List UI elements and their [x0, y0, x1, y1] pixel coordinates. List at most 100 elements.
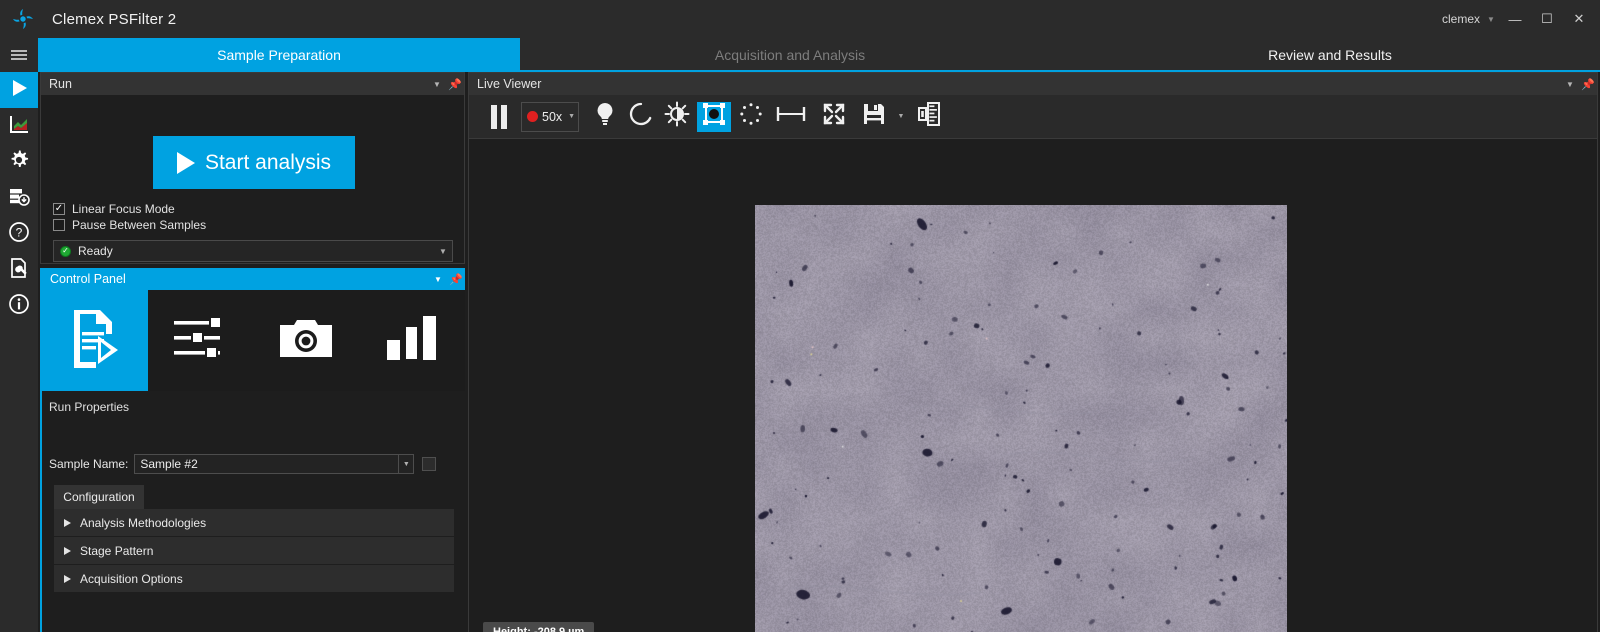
lightbulb-icon: [593, 101, 617, 132]
crop-frame-icon: [701, 101, 727, 132]
pin-icon[interactable]: 📌: [1579, 73, 1597, 95]
sidebar-item-help[interactable]: ?: [0, 216, 38, 252]
illumination-button[interactable]: [589, 101, 621, 133]
sliders-icon: [172, 315, 230, 366]
minimize-button[interactable]: —: [1500, 8, 1530, 30]
measure-width-button[interactable]: [771, 101, 811, 133]
save-image-button[interactable]: [857, 101, 891, 133]
start-analysis-label: Start analysis: [205, 151, 331, 175]
chevron-down-icon[interactable]: ▼: [1561, 73, 1579, 95]
magnification-label: 50x: [542, 110, 562, 124]
triangle-right-icon[interactable]: [64, 575, 71, 583]
tab-sample-preparation[interactable]: Sample Preparation: [38, 38, 520, 72]
live-viewer-title: Live Viewer: [477, 77, 541, 91]
bar-chart-icon: [385, 314, 439, 367]
auto-focus-button[interactable]: [625, 101, 657, 133]
pin-icon[interactable]: 📌: [446, 73, 464, 95]
sample-name-row: Sample Name: ▼: [49, 454, 461, 474]
tab-label: Review and Results: [1268, 47, 1392, 63]
checkbox-label: Linear Focus Mode: [72, 202, 175, 216]
live-viewer-stage[interactable]: Height: -208.9 µm: [469, 139, 1597, 632]
chevron-down-icon[interactable]: ▼: [434, 247, 452, 256]
maximize-button[interactable]: ☐: [1532, 8, 1562, 30]
cp-tab-run-properties[interactable]: [42, 290, 148, 391]
live-viewer-header: Live Viewer ▼ 📌: [469, 73, 1597, 95]
run-panel-header: Run ▼ 📌: [41, 73, 464, 95]
brightness-button[interactable]: [661, 101, 693, 133]
tab-label: Sample Preparation: [217, 47, 341, 63]
question-circle-icon: ?: [8, 221, 30, 248]
configuration-list: Analysis Methodologies Stage Pattern Acq…: [54, 509, 454, 593]
sidebar-item-diagnostics[interactable]: [0, 252, 38, 288]
tab-acquisition-and-analysis[interactable]: Acquisition and Analysis: [520, 38, 1060, 72]
sample-name-label: Sample Name:: [49, 457, 128, 471]
pin-icon[interactable]: 📌: [447, 268, 465, 290]
document-play-icon: [66, 306, 124, 375]
live-viewer-panel: Live Viewer ▼ 📌 50x ▼ ▼ Height: -208.9 µ…: [468, 72, 1598, 632]
dotted-circle-icon: [738, 101, 764, 132]
status-badge: Ready: [78, 244, 113, 258]
list-item-label: Acquisition Options: [80, 572, 183, 586]
calibration-button[interactable]: [911, 101, 947, 133]
height-status-badge: Height: -208.9 µm: [483, 622, 594, 632]
document-wrench-icon: [8, 257, 30, 284]
region-of-interest-button[interactable]: [697, 102, 731, 132]
sidebar-item-run-play[interactable]: [0, 72, 38, 108]
start-analysis-button[interactable]: Start analysis: [153, 136, 355, 189]
microscope-live-image[interactable]: [755, 205, 1287, 632]
refresh-circle-icon: [628, 101, 654, 132]
cp-tab-statistics[interactable]: [359, 290, 465, 391]
tab-label: Acquisition and Analysis: [715, 47, 865, 63]
close-button[interactable]: ✕: [1564, 8, 1594, 30]
checkbox-mark: [53, 219, 65, 231]
list-item-label: Analysis Methodologies: [80, 516, 206, 530]
triangle-right-icon[interactable]: [64, 519, 71, 527]
tab-label: Configuration: [63, 490, 134, 504]
sidebar-item-about[interactable]: [0, 288, 38, 324]
tab-configuration[interactable]: Configuration: [54, 485, 144, 509]
list-item-analysis-methodologies[interactable]: Analysis Methodologies: [54, 509, 454, 536]
chevron-down-icon[interactable]: ▼: [398, 455, 413, 473]
list-item-label: Stage Pattern: [80, 544, 153, 558]
run-status-dropdown[interactable]: ✓ Ready ▼: [53, 240, 453, 262]
clemex-logo-icon: [4, 0, 42, 38]
linear-focus-mode-checkbox[interactable]: ✓ Linear Focus Mode: [53, 202, 175, 216]
cp-tab-adjustments[interactable]: [148, 290, 254, 391]
pause-between-samples-checkbox[interactable]: Pause Between Samples: [53, 218, 206, 232]
sidebar-item-database-download[interactable]: [0, 180, 38, 216]
play-icon: [177, 152, 195, 174]
list-item-acquisition-options[interactable]: Acquisition Options: [54, 565, 454, 592]
chevron-down-icon[interactable]: ▼: [429, 268, 447, 290]
window-controls: clemex ▼ — ☐ ✕: [1442, 0, 1600, 38]
sidebar-item-charts[interactable]: [0, 108, 38, 144]
sample-name-combobox[interactable]: ▼: [134, 454, 414, 474]
hamburger-menu-icon[interactable]: [0, 38, 38, 72]
triangle-right-icon[interactable]: [64, 547, 71, 555]
list-item-stage-pattern[interactable]: Stage Pattern: [54, 537, 454, 564]
status-ok-icon: ✓: [60, 246, 71, 257]
tab-review-and-results[interactable]: Review and Results: [1060, 38, 1600, 72]
run-panel-title: Run: [49, 77, 72, 91]
chevron-down-icon[interactable]: ▼: [568, 113, 575, 120]
cp-tab-camera[interactable]: [254, 290, 360, 391]
control-panel-header: Control Panel ▼ 📌: [42, 268, 465, 290]
fit-to-screen-button[interactable]: [815, 101, 853, 133]
checkbox-mark: ✓: [53, 203, 65, 215]
record-dot-icon: [527, 111, 538, 122]
chevron-down-icon[interactable]: ▼: [428, 73, 446, 95]
play-icon: [8, 77, 30, 104]
floppy-save-icon: [862, 102, 886, 131]
info-circle-icon: [8, 293, 30, 320]
auto-exposure-button[interactable]: [735, 101, 767, 133]
magnification-selector[interactable]: 50x ▼: [521, 102, 579, 132]
sample-name-input[interactable]: [135, 455, 398, 473]
pause-live-button[interactable]: [483, 101, 515, 133]
chevron-down-icon[interactable]: ▼: [895, 113, 907, 120]
control-panel-mode-tabs: [42, 290, 465, 391]
database-download-icon: [8, 185, 30, 212]
sample-name-options-button[interactable]: [422, 457, 436, 471]
user-menu-label[interactable]: clemex: [1442, 12, 1480, 26]
chevron-down-icon[interactable]: ▼: [1484, 15, 1498, 24]
sidebar-item-settings[interactable]: [0, 144, 38, 180]
checkbox-label: Pause Between Samples: [72, 218, 206, 232]
